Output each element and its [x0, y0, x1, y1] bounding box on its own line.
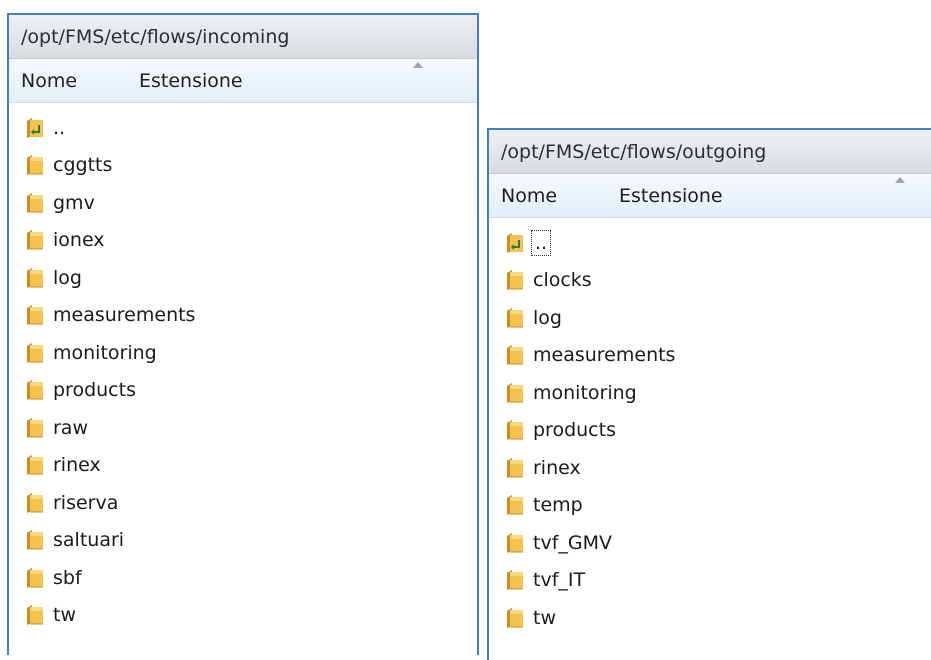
folder-icon — [25, 379, 45, 401]
file-name: gmv — [53, 191, 95, 214]
file-name: rinex — [533, 456, 581, 479]
file-name: log — [53, 266, 82, 289]
file-name: raw — [53, 416, 88, 439]
file-name: cggtts — [53, 154, 113, 177]
outgoing-panel: /opt/FMS/etc/flows/outgoing Nome Estensi… — [487, 128, 931, 660]
file-name: .. — [530, 229, 552, 256]
folder-row[interactable]: monitoring — [489, 374, 931, 412]
folder-row[interactable]: tvf_GMV — [489, 524, 931, 562]
folder-row[interactable]: log — [9, 259, 477, 297]
folder-icon — [505, 382, 525, 404]
file-name: .. — [53, 116, 66, 139]
parent-directory-row[interactable]: .. — [9, 109, 477, 147]
folder-row[interactable]: products — [9, 372, 477, 410]
file-name: products — [53, 379, 136, 402]
file-name: saltuari — [53, 529, 125, 552]
folder-row[interactable]: cggtts — [9, 147, 477, 185]
folder-icon — [505, 269, 525, 291]
folder-row[interactable]: ionex — [9, 222, 477, 260]
file-name: measurements — [533, 344, 676, 367]
folder-icon — [25, 304, 45, 326]
file-name: tw — [533, 606, 556, 629]
column-extension-header[interactable]: Estensione — [139, 70, 243, 92]
folder-row[interactable]: clocks — [489, 262, 931, 300]
folder-row[interactable]: gmv — [9, 184, 477, 222]
file-name: tvf_IT — [533, 569, 586, 592]
folder-icon — [505, 569, 525, 591]
file-name: rinex — [53, 454, 101, 477]
folder-icon — [505, 307, 525, 329]
file-list: .. clocks log measurements monitoring product… — [489, 218, 931, 637]
folder-icon — [25, 417, 45, 439]
file-name: log — [533, 306, 562, 329]
sort-ascending-icon[interactable] — [413, 62, 423, 68]
folder-row[interactable]: saltuari — [9, 522, 477, 560]
folder-icon — [505, 532, 525, 554]
path-text: /opt/FMS/etc/flows/outgoing — [501, 140, 767, 163]
folder-icon — [505, 457, 525, 479]
folder-icon — [25, 192, 45, 214]
folder-row[interactable]: rinex — [489, 449, 931, 487]
folder-row[interactable]: measurements — [489, 337, 931, 375]
folder-icon — [25, 229, 45, 251]
file-list: .. cggtts gmv ionex log measurements monitorin… — [9, 103, 477, 634]
column-name-header[interactable]: Nome — [9, 70, 139, 92]
folder-icon — [25, 454, 45, 476]
file-name: measurements — [53, 304, 196, 327]
folder-row[interactable]: monitoring — [9, 334, 477, 372]
folder-row[interactable]: measurements — [9, 297, 477, 335]
folder-row[interactable]: raw — [9, 409, 477, 447]
path-bar[interactable]: /opt/FMS/etc/flows/outgoing — [489, 130, 931, 174]
folder-icon — [25, 567, 45, 589]
folder-icon — [25, 604, 45, 626]
folder-row[interactable]: log — [489, 299, 931, 337]
path-bar[interactable]: /opt/FMS/etc/flows/incoming — [9, 15, 477, 59]
folder-row[interactable]: tw — [9, 597, 477, 635]
folder-icon — [505, 419, 525, 441]
file-name: sbf — [53, 566, 82, 589]
column-header: Nome Estensione — [9, 59, 477, 103]
column-extension-header[interactable]: Estensione — [619, 185, 723, 207]
folder-row[interactable]: riserva — [9, 484, 477, 522]
file-name: clocks — [533, 269, 592, 292]
folder-icon — [25, 492, 45, 514]
folder-row[interactable]: products — [489, 412, 931, 450]
folder-icon — [505, 607, 525, 629]
folder-icon — [25, 342, 45, 364]
folder-icon — [25, 267, 45, 289]
folder-row[interactable]: tw — [489, 599, 931, 637]
sort-ascending-icon[interactable] — [895, 177, 905, 183]
file-name: tvf_GMV — [533, 531, 612, 554]
path-text: /opt/FMS/etc/flows/incoming — [21, 25, 290, 48]
column-header: Nome Estensione — [489, 174, 931, 218]
file-name: ionex — [53, 229, 105, 252]
incoming-panel: /opt/FMS/etc/flows/incoming Nome Estensi… — [7, 13, 479, 655]
file-name: products — [533, 419, 616, 442]
parent-directory-row[interactable]: .. — [489, 224, 931, 262]
file-name: monitoring — [53, 341, 157, 364]
folder-row[interactable]: temp — [489, 487, 931, 525]
folder-row[interactable]: tvf_IT — [489, 562, 931, 600]
column-name-header[interactable]: Nome — [489, 185, 619, 207]
file-name: monitoring — [533, 381, 637, 404]
folder-icon — [25, 154, 45, 176]
file-name: temp — [533, 494, 583, 517]
folder-icon — [505, 344, 525, 366]
file-name: riserva — [53, 491, 119, 514]
file-name: tw — [53, 604, 76, 627]
folder-row[interactable]: rinex — [9, 447, 477, 485]
folder-row[interactable]: sbf — [9, 559, 477, 597]
parent-directory-icon — [505, 232, 525, 254]
folder-icon — [505, 494, 525, 516]
folder-icon — [25, 529, 45, 551]
parent-directory-icon — [25, 117, 45, 139]
